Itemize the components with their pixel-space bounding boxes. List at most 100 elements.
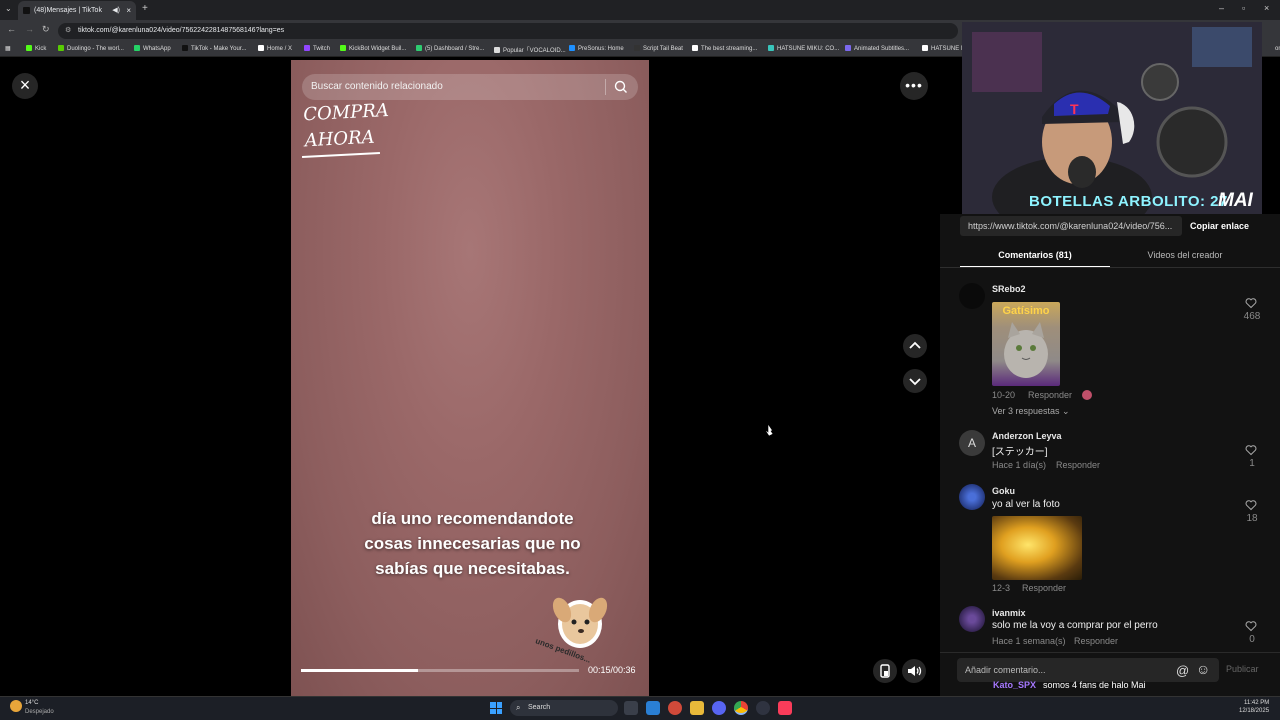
tab-creator-videos[interactable]: Videos del creador	[1110, 244, 1260, 268]
edge-icon[interactable]	[646, 701, 660, 715]
maximize-button[interactable]: ▫	[1242, 3, 1245, 13]
video-progress-fill	[301, 669, 418, 672]
related-search-input[interactable]: Buscar contenido relacionado	[302, 74, 638, 100]
chrome-icon[interactable]	[734, 701, 748, 715]
browser-tab-bar	[0, 0, 1280, 20]
reply-button[interactable]: Responder	[1056, 460, 1100, 470]
next-video-button[interactable]	[903, 369, 927, 393]
search-divider	[605, 79, 606, 95]
avatar[interactable]	[959, 283, 985, 309]
tabs-divider	[940, 267, 1280, 268]
window-close-button[interactable]: ×	[1264, 3, 1269, 13]
discord-icon[interactable]	[712, 701, 726, 715]
video-link-field[interactable]: https://www.tiktok.com/@karenluna024/vid…	[960, 216, 1182, 236]
comment-image-gatisimo[interactable]: Gatísimo	[992, 302, 1060, 386]
heart-icon[interactable]	[1245, 444, 1257, 456]
previous-video-button[interactable]	[903, 334, 927, 358]
speaker-icon	[908, 666, 922, 676]
app-icon[interactable]	[756, 701, 770, 715]
video-caption: día uno recomendandote cosas innecesaria…	[364, 509, 581, 578]
comment-image[interactable]	[992, 516, 1082, 580]
volume-button[interactable]	[902, 659, 926, 683]
bookmark-item[interactable]: TikTok - Make Your...	[182, 45, 246, 52]
view-replies-link[interactable]: Ver 3 respuestas ⌄	[992, 406, 1070, 417]
taskbar-search[interactable]: ⌕ Search	[510, 700, 618, 716]
forward-button[interactable]: →	[25, 24, 34, 34]
file-explorer-icon[interactable]	[690, 701, 704, 715]
weather-icon[interactable]	[10, 700, 22, 712]
windows-start-icon[interactable]	[490, 702, 502, 714]
reload-button[interactable]: ↻	[42, 24, 50, 35]
bookmark-item[interactable]: Animated Subtitles...	[845, 45, 909, 52]
add-comment-placeholder: Añadir comentario...	[965, 665, 1046, 675]
avatar[interactable]: A	[959, 430, 985, 456]
bookmark-item[interactable]: (5) Dashboard / Stre...	[416, 45, 484, 52]
bookmark-item[interactable]: Home / X	[258, 45, 292, 52]
browser-tab[interactable]: (48)Mensajes | TikTok ◀) ×	[18, 1, 136, 20]
view-replies-text: Ver 3 respuestas	[992, 406, 1060, 416]
tab-close-icon[interactable]: ×	[126, 1, 131, 20]
back-button[interactable]: ←	[7, 24, 16, 34]
bookmark-item[interactable]: WhatsApp	[134, 45, 171, 52]
bookmark-item[interactable]: Script Tail Beat	[634, 45, 683, 52]
url-field[interactable]: ⚙ tiktok.com/@karenluna024/video/7562242…	[58, 23, 958, 39]
reply-button[interactable]: Responder	[1022, 583, 1066, 593]
apps-icon[interactable]: ▦	[5, 45, 11, 52]
reply-button[interactable]: Responder	[1028, 390, 1072, 400]
minimize-button[interactable]: –	[1219, 3, 1224, 13]
bookmark-item[interactable]: Popular「VOCALOID...	[494, 45, 566, 54]
comment-username[interactable]: Goku	[992, 486, 1015, 496]
bookmark-label: Animated Subtitles...	[854, 46, 910, 52]
picture-in-picture-button[interactable]	[873, 659, 897, 683]
music-app-icon[interactable]	[778, 701, 792, 715]
reply-button[interactable]: Responder	[1074, 636, 1118, 646]
heart-icon[interactable]	[1245, 297, 1257, 309]
like-count: 0	[1249, 634, 1255, 645]
publish-button[interactable]: Publicar	[1226, 664, 1259, 674]
avatar[interactable]	[959, 484, 985, 510]
tab-comments[interactable]: Comentarios (81)	[960, 244, 1110, 268]
search-icon[interactable]	[613, 79, 629, 95]
bookmark-favicon-icon	[182, 45, 188, 51]
streamer-webcam-image: T	[962, 22, 1262, 214]
bookmark-item[interactable]: KickBot Widget Buil...	[340, 45, 406, 52]
copy-link-button[interactable]: Copiar enlace	[1190, 216, 1249, 236]
heart-icon[interactable]	[1245, 499, 1257, 511]
bookmark-item[interactable]: ores	[1266, 45, 1280, 52]
video-link-text: https://www.tiktok.com/@karenluna024/vid…	[968, 221, 1173, 231]
pip-icon	[880, 664, 890, 678]
tab-audio-icon[interactable]: ◀)	[112, 1, 120, 20]
comment-image-title: Gatísimo	[1002, 305, 1050, 317]
bookmark-item[interactable]: Twitch	[304, 45, 330, 52]
bookmark-item[interactable]: Kick	[26, 45, 46, 52]
mention-icon[interactable]: @	[1176, 663, 1189, 678]
task-view-icon[interactable]	[624, 701, 638, 715]
app-icon[interactable]	[668, 701, 682, 715]
bookmark-label: Kick	[35, 46, 47, 52]
bookmark-label: (5) Dashboard / Stre...	[425, 46, 485, 52]
more-options-button[interactable]: •••	[900, 72, 928, 100]
emoji-icon[interactable]: ☺	[1196, 661, 1210, 677]
bookmark-item[interactable]: PreSonus: Home	[569, 45, 624, 52]
bookmark-item[interactable]: The best streaming...	[692, 45, 757, 52]
heart-icon[interactable]	[1245, 620, 1257, 632]
clock-time[interactable]: 11:42 PM	[1244, 700, 1269, 706]
avatar[interactable]	[959, 606, 985, 632]
bookmark-item[interactable]: HATSUNE MIKU: CO...	[768, 45, 839, 52]
stream-chat-username: Kato_SPX	[993, 680, 1037, 690]
bookmark-label: Script Tail Beat	[643, 46, 683, 52]
new-tab-button[interactable]: +	[142, 3, 148, 14]
creator-liked-icon	[1082, 390, 1092, 400]
bookmark-favicon-icon	[26, 45, 32, 51]
close-video-button[interactable]: ×	[12, 73, 38, 99]
bookmark-item[interactable]: Duolingo - The worl...	[58, 45, 124, 52]
site-info-icon[interactable]: ⚙	[65, 23, 71, 39]
bookmark-favicon-icon	[58, 45, 64, 51]
comment-username[interactable]: ivanmix	[992, 608, 1026, 618]
url-text: tiktok.com/@karenluna024/video/756224228…	[78, 27, 285, 34]
comment-username[interactable]: Anderzon Leyva	[992, 431, 1062, 441]
clock-date[interactable]: 12/18/2025	[1239, 708, 1269, 714]
tab-list-icon[interactable]: ⌄	[5, 4, 12, 13]
search-icon: ⌕	[516, 703, 521, 712]
comment-username[interactable]: SRebo2	[992, 284, 1026, 294]
